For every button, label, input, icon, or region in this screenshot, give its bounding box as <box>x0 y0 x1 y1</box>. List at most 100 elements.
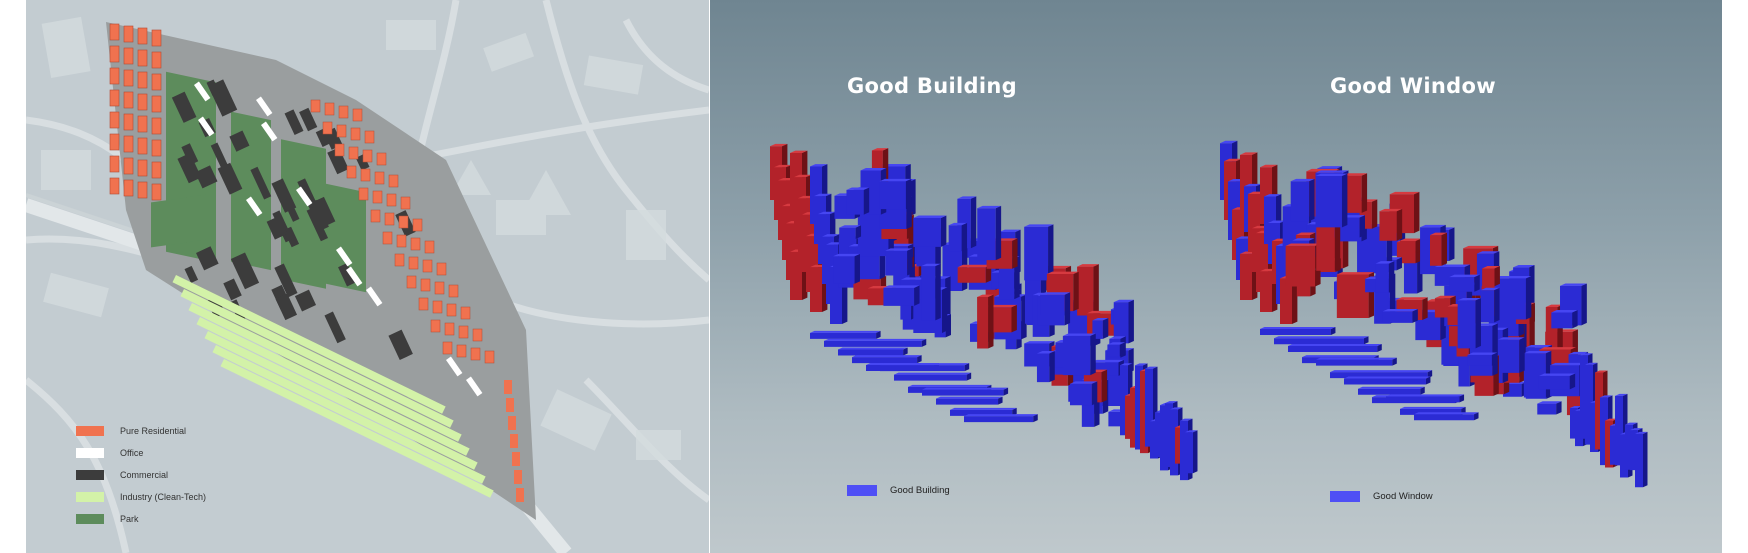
site-block <box>508 416 516 430</box>
site-block <box>109 89 120 107</box>
good-window-legend: Good Window <box>1330 491 1433 502</box>
massing-face <box>1525 275 1532 320</box>
massing-face <box>1396 208 1403 241</box>
massing-face <box>838 347 908 350</box>
massing-face <box>1386 396 1460 403</box>
massing-face <box>1260 329 1331 336</box>
massing-face <box>1036 353 1050 383</box>
massing-face <box>942 287 948 333</box>
site-block <box>448 284 459 298</box>
site-block <box>123 69 134 87</box>
legend-item-residential: Pure Residential <box>76 420 206 442</box>
massing-face <box>935 263 941 321</box>
massing-face <box>908 384 992 387</box>
legend-item-industry: Industry (Clean-Tech) <box>76 486 206 508</box>
massing-face <box>1290 181 1310 222</box>
massing-face <box>1288 345 1378 352</box>
good-window-legend-swatch <box>1330 491 1360 502</box>
massing-face <box>1361 173 1368 213</box>
site-block <box>151 73 162 91</box>
site-block <box>324 102 335 116</box>
site-block <box>376 152 387 166</box>
massing-face <box>1414 414 1475 421</box>
site-block <box>408 256 419 270</box>
massing-face <box>1382 309 1418 312</box>
site-block <box>137 71 148 89</box>
massing-face <box>1494 266 1500 287</box>
massing-face <box>1635 433 1643 488</box>
site-block <box>336 124 347 138</box>
massing-face <box>894 374 967 381</box>
massing-face <box>1091 381 1098 406</box>
massing-face <box>1077 266 1094 316</box>
massing-face <box>824 340 922 347</box>
massing-face <box>913 215 947 218</box>
massing-face <box>1040 294 1065 316</box>
legend-label: Pure Residential <box>120 426 187 436</box>
legend-swatch-industry <box>76 492 104 502</box>
site-block <box>151 29 162 47</box>
massing-face <box>1024 226 1049 281</box>
massing-face <box>1128 299 1134 344</box>
legend-swatch-park <box>76 514 104 524</box>
massing-face <box>1260 327 1336 330</box>
massing-face <box>1011 304 1017 333</box>
site-block <box>460 306 471 320</box>
site-block <box>434 281 445 295</box>
legend-label: Park <box>120 514 139 524</box>
massing-face <box>1302 355 1379 358</box>
massing-face <box>1341 173 1348 228</box>
massing-face <box>810 332 877 339</box>
massing-face <box>1538 375 1570 390</box>
massing-face <box>1185 432 1193 474</box>
legend-swatch-residential <box>76 426 104 436</box>
site-block <box>151 183 162 201</box>
massing-face <box>1069 383 1092 406</box>
massing-face <box>863 187 870 215</box>
massing-face <box>1316 221 1335 271</box>
site-block <box>384 212 395 226</box>
site-block <box>388 174 399 188</box>
massing-face <box>957 267 986 283</box>
massing-face <box>1396 297 1428 300</box>
site-block <box>360 168 371 182</box>
good-window-massing <box>1220 140 1648 488</box>
analysis-panel: Good Building Good Window Good Building … <box>710 0 1722 553</box>
massing-face <box>885 250 908 276</box>
massing-face <box>1260 271 1272 312</box>
massing-face <box>810 330 881 333</box>
site-block <box>420 278 431 292</box>
site-block <box>406 275 417 289</box>
good-building-massing <box>770 143 1198 481</box>
site-block <box>456 344 467 358</box>
massing-face <box>1441 232 1448 266</box>
site-block <box>137 93 148 111</box>
massing-face <box>1193 430 1198 474</box>
site-block <box>370 209 381 223</box>
massing-face <box>1449 277 1475 292</box>
site-block <box>137 181 148 199</box>
massing-face <box>1457 300 1476 349</box>
site-block <box>398 215 409 229</box>
site-block <box>109 23 120 41</box>
massing-face <box>1240 253 1252 300</box>
massing-face <box>1550 362 1585 366</box>
legend-label: Industry (Clean-Tech) <box>120 492 207 502</box>
massing-face <box>1572 310 1578 329</box>
site-block <box>430 319 441 333</box>
massing-face <box>1358 388 1421 395</box>
massing-face <box>940 215 947 247</box>
massing-face <box>936 398 999 405</box>
massing-face <box>1091 359 1124 363</box>
legend-item-park: Park <box>76 508 206 530</box>
massing-face <box>1494 275 1532 279</box>
massing-face <box>824 338 927 341</box>
massing-face <box>1073 271 1079 312</box>
site-block <box>109 177 120 195</box>
site-block <box>400 196 411 210</box>
site-block <box>123 135 134 153</box>
massing-face <box>1449 274 1480 278</box>
massing-face <box>1475 298 1481 349</box>
site-block <box>442 341 453 355</box>
massing-face <box>1285 245 1316 287</box>
